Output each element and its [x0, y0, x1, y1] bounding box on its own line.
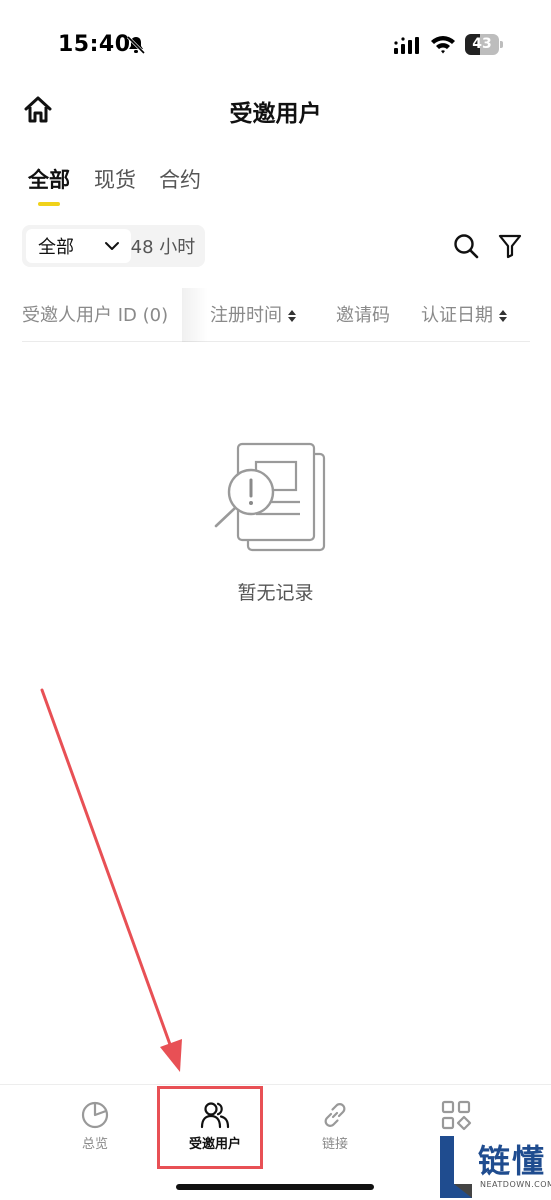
page-title: 受邀用户 [229, 101, 322, 127]
sort-icon [288, 310, 296, 322]
battery-icon: 43 [465, 34, 503, 55]
empty-state-text: 暂无记录 [237, 582, 314, 604]
wifi-icon [431, 36, 455, 54]
battery-level-text: 43 [472, 36, 492, 52]
watermark-subtext: NEATDOWN.COM [480, 1180, 551, 1189]
tabbar-overview[interactable]: 总览 [40, 1099, 150, 1152]
tab-futures[interactable]: 合约 [159, 164, 201, 194]
active-tab-indicator [38, 202, 60, 206]
status-time: 15:40 [58, 32, 131, 57]
scope-select[interactable]: 全部 [26, 229, 131, 263]
chevron-down-icon [105, 242, 119, 250]
empty-document-icon [214, 442, 326, 552]
pie-chart-icon [81, 1101, 109, 1129]
link-icon [324, 1103, 346, 1127]
table-header: 受邀人用户 ID (0) 注册时间 邀请码 认证日期 [22, 288, 530, 342]
header: 受邀用户 [0, 82, 551, 138]
tabbar-links-label: 链接 [321, 1137, 348, 1152]
search-icon[interactable] [453, 233, 479, 259]
column-invitee-id-label: 受邀人用户 ID (0) [22, 305, 169, 326]
sort-icon [499, 310, 507, 322]
annotation-highlight-box [157, 1086, 263, 1169]
column-invitee-id: 受邀人用户 ID (0) [22, 301, 168, 327]
tabbar-more[interactable] [401, 1099, 511, 1133]
watermark-logo [440, 1136, 472, 1198]
tab-spot[interactable]: 现货 [94, 164, 136, 194]
apps-grid-icon [441, 1100, 472, 1131]
status-bar: 15:40 43 [0, 0, 551, 90]
bell-slash-icon [126, 35, 146, 55]
time-range-button[interactable]: 48 小时 [124, 233, 202, 259]
filter-icon[interactable] [498, 233, 522, 259]
column-divider-shadow [182, 288, 208, 342]
watermark-text: 链懂 [478, 1142, 547, 1180]
signal-icon [394, 37, 419, 54]
column-register-time[interactable]: 注册时间 [210, 301, 296, 327]
tab-all[interactable]: 全部 [28, 164, 70, 194]
column-invite-code: 邀请码 [336, 301, 390, 327]
category-tabs: 全部 现货 合约 [0, 160, 551, 210]
filter-group: 全部 48 小时 [22, 225, 205, 267]
tabbar-overview-label: 总览 [81, 1137, 108, 1152]
home-indicator [176, 1184, 374, 1190]
watermark: 链懂 NEATDOWN.COM [436, 1134, 551, 1200]
tabbar-links[interactable]: 链接 [280, 1099, 390, 1152]
column-register-time-label: 注册时间 [210, 305, 282, 326]
column-invite-code-label: 邀请码 [336, 305, 390, 326]
column-verify-date-label: 认证日期 [421, 305, 493, 326]
scope-select-value: 全部 [38, 237, 74, 258]
column-verify-date[interactable]: 认证日期 [421, 301, 507, 327]
